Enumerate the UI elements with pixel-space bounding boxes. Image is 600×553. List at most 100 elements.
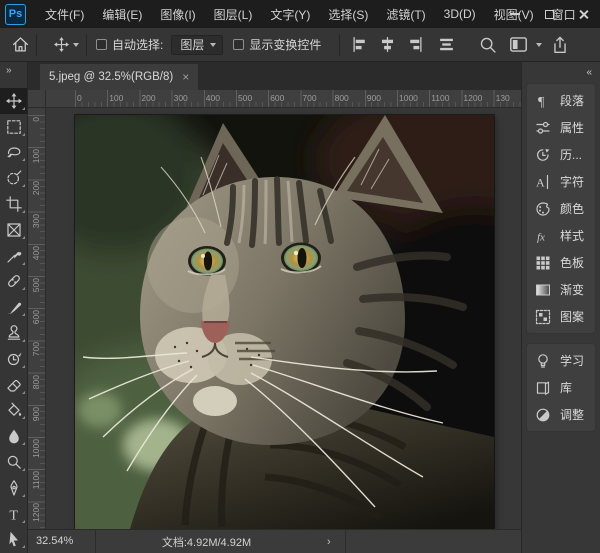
- panel-adjustments[interactable]: 调整: [527, 401, 595, 428]
- auto-select-checkbox[interactable]: [96, 39, 107, 50]
- panel-label: 学习: [560, 352, 584, 369]
- crop-tool[interactable]: [0, 191, 28, 217]
- panel-label: 历...: [560, 146, 582, 163]
- styles-icon: fx: [535, 228, 551, 244]
- chevron-down-icon: [73, 43, 79, 47]
- paragraph-icon: ¶: [535, 93, 551, 109]
- ruler-vertical[interactable]: 0100200300400500600700800900100011001200: [28, 108, 46, 529]
- zoom-level-field[interactable]: 32.54%: [28, 530, 96, 553]
- menu-layer[interactable]: 图层(L): [205, 0, 262, 28]
- ruler-v-label: 700: [31, 342, 41, 356]
- ruler-v-label: 500: [31, 278, 41, 292]
- ruler-v-label: 100: [31, 149, 41, 163]
- panel-styles[interactable]: fx 样式: [527, 222, 595, 249]
- healing-brush-tool[interactable]: [0, 269, 28, 295]
- object-selection-tool[interactable]: [0, 165, 28, 191]
- panel-label: 图案: [560, 308, 584, 325]
- eraser-tool[interactable]: [0, 372, 28, 398]
- panel-patterns[interactable]: 图案: [527, 303, 595, 330]
- color-icon: [535, 201, 551, 217]
- marquee-tool[interactable]: [0, 114, 28, 140]
- align-right-icon[interactable]: [406, 36, 423, 53]
- ruler-h-label: 200: [141, 93, 155, 103]
- home-icon[interactable]: [12, 36, 29, 53]
- status-chevron-icon[interactable]: ›: [327, 536, 331, 548]
- panel-history[interactable]: 历...: [527, 141, 595, 168]
- panel-color[interactable]: 颜色: [527, 195, 595, 222]
- brush-tool[interactable]: [0, 294, 28, 320]
- panel-label: 字符: [560, 173, 584, 190]
- panel-label: 库: [560, 379, 572, 396]
- ruler-v-label: 1000: [31, 439, 41, 458]
- eyedropper-tool[interactable]: [0, 243, 28, 269]
- align-left-icon[interactable]: [352, 36, 369, 53]
- separator: [36, 34, 37, 56]
- svg-text:¶: ¶: [538, 95, 545, 109]
- menu-3d[interactable]: 3D(D): [435, 0, 485, 28]
- auto-select-dropdown[interactable]: 图层: [171, 35, 223, 55]
- ruler-horizontal[interactable]: 0100200300400500600700800900100011001200…: [46, 90, 521, 108]
- frame-tool[interactable]: [0, 217, 28, 243]
- swatches-icon: [535, 255, 551, 271]
- ruler-v-label: 300: [31, 214, 41, 228]
- search-icon[interactable]: [479, 36, 497, 54]
- type-tool[interactable]: T: [0, 501, 28, 527]
- blur-tool[interactable]: [0, 423, 28, 449]
- photo-cat[interactable]: [75, 115, 494, 529]
- distribute-icon[interactable]: [438, 36, 455, 53]
- menu-filter[interactable]: 滤镜(T): [377, 0, 434, 28]
- ruler-h-label: 900: [367, 93, 381, 103]
- paint-bucket-tool[interactable]: [0, 398, 28, 424]
- history-brush-tool[interactable]: [0, 346, 28, 372]
- collapse-panels-button[interactable]: «: [522, 62, 600, 81]
- tab-close-icon[interactable]: ×: [182, 70, 189, 84]
- minimize-icon: [510, 13, 520, 15]
- panel-properties[interactable]: 属性: [527, 114, 595, 141]
- svg-text:fx: fx: [537, 231, 545, 243]
- dodge-tool[interactable]: [0, 449, 28, 475]
- maximize-button[interactable]: [532, 0, 566, 28]
- show-transform-checkbox[interactable]: [233, 39, 244, 50]
- menu-select[interactable]: 选择(S): [319, 0, 377, 28]
- ruler-h-label: 600: [270, 93, 284, 103]
- ruler-h-label: 800: [335, 93, 349, 103]
- panel-label: 颜色: [560, 200, 584, 217]
- chevron-down-icon[interactable]: [536, 43, 542, 47]
- ruler-v-label: 800: [31, 375, 41, 389]
- panel-libraries[interactable]: 库: [527, 374, 595, 401]
- ruler-h-label: 100: [109, 93, 123, 103]
- current-tool-move[interactable]: [54, 37, 79, 52]
- lasso-tool[interactable]: [0, 140, 28, 166]
- panel-swatches[interactable]: 色板: [527, 249, 595, 276]
- minimize-button[interactable]: [498, 0, 532, 28]
- ruler-v-label: 400: [31, 246, 41, 260]
- svg-text:A: A: [536, 175, 545, 189]
- move-tool[interactable]: [0, 88, 28, 114]
- menu-edit[interactable]: 编辑(E): [93, 0, 151, 28]
- canvas-pasteboard[interactable]: [46, 108, 521, 529]
- ruler-v-label: 900: [31, 407, 41, 421]
- ruler-h-label: 700: [302, 93, 316, 103]
- menu-image[interactable]: 图像(I): [151, 0, 204, 28]
- panel-paragraph[interactable]: ¶ 段落: [527, 87, 595, 114]
- title-bar: Ps 文件(F) 编辑(E) 图像(I) 图层(L) 文字(Y) 选择(S) 滤…: [0, 0, 600, 28]
- ruler-h-label: 1100: [431, 93, 449, 103]
- learn-icon: [535, 353, 551, 369]
- panel-learn[interactable]: 学习: [527, 347, 595, 374]
- align-center-icon[interactable]: [379, 36, 396, 53]
- path-selection-tool[interactable]: [0, 527, 28, 553]
- clone-stamp-tool[interactable]: [0, 320, 28, 346]
- window-controls: [498, 0, 600, 28]
- maximize-icon: [545, 10, 554, 19]
- document-tab[interactable]: 5.jpeg @ 32.5%(RGB/8) ×: [40, 64, 198, 90]
- workspace-icon[interactable]: [509, 35, 528, 54]
- share-icon[interactable]: [551, 36, 569, 54]
- panel-character[interactable]: A 字符: [527, 168, 595, 195]
- pen-tool[interactable]: [0, 475, 28, 501]
- menu-type[interactable]: 文字(Y): [261, 0, 319, 28]
- close-button[interactable]: [566, 0, 600, 28]
- ruler-h-label: 300: [174, 93, 188, 103]
- toolbar-expand-button[interactable]: »: [0, 62, 28, 88]
- panel-gradients[interactable]: 渐变: [527, 276, 595, 303]
- menu-file[interactable]: 文件(F): [36, 0, 93, 28]
